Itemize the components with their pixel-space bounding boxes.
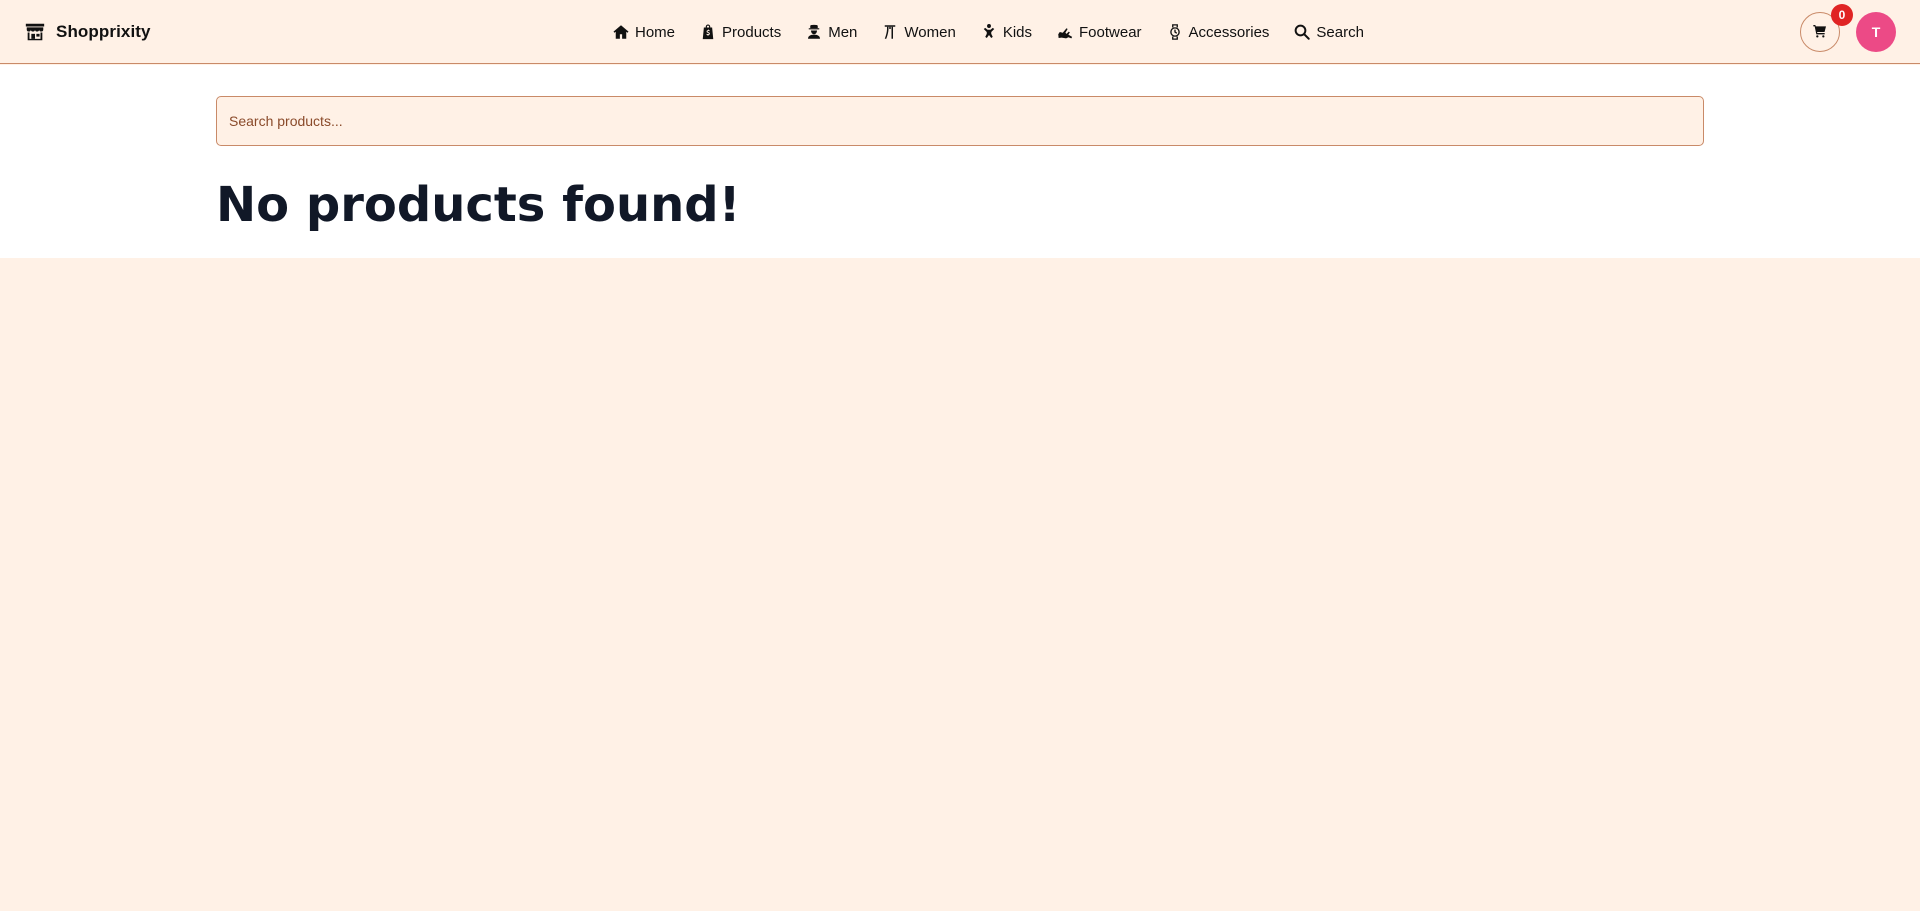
brand-name: Shopprixity [56,22,151,41]
nav-home[interactable]: Home [612,23,675,41]
nav-footwear-label: Footwear [1079,23,1142,41]
nav-kids-label: Kids [1002,23,1033,41]
empty-results-heading: No products found! [216,177,741,233]
nav-accessories-label: Accessories [1188,23,1270,41]
shoe-icon [1056,23,1074,41]
nav-accessories[interactable]: Accessories [1166,23,1270,41]
user-avatar[interactable]: T [1856,12,1896,52]
product-search-input[interactable] [216,96,1704,146]
shopping-bag-icon [699,23,717,41]
nav-search[interactable]: Search [1293,23,1364,41]
nav-products-label: Products [722,23,782,41]
nav-women-label: Women [904,23,956,41]
main-content: No products found! [0,65,1920,258]
nav-products[interactable]: Products [699,23,781,41]
storefront-icon [24,21,46,43]
nav-men[interactable]: Men [805,23,857,41]
brand-link[interactable]: Shopprixity [24,20,151,44]
nav-kids[interactable]: Kids [980,23,1032,41]
search-icon [1293,23,1311,41]
watch-icon [1166,23,1184,41]
nav-search-label: Search [1316,23,1364,41]
nav-footwear[interactable]: Footwear [1056,23,1142,41]
woman-icon [881,23,899,41]
home-icon [612,23,630,41]
main-nav: Home Products Men Women Kids Footwear Ac… [612,20,1364,44]
nav-women[interactable]: Women [881,23,956,41]
cart-icon [1812,23,1828,42]
child-icon [980,23,998,41]
nav-men-label: Men [828,23,858,41]
man-icon [805,23,823,41]
cart-count-badge: 0 [1831,4,1853,26]
navbar: Shopprixity Home Products Men Women Kids… [0,0,1920,64]
nav-home-label: Home [635,23,676,41]
